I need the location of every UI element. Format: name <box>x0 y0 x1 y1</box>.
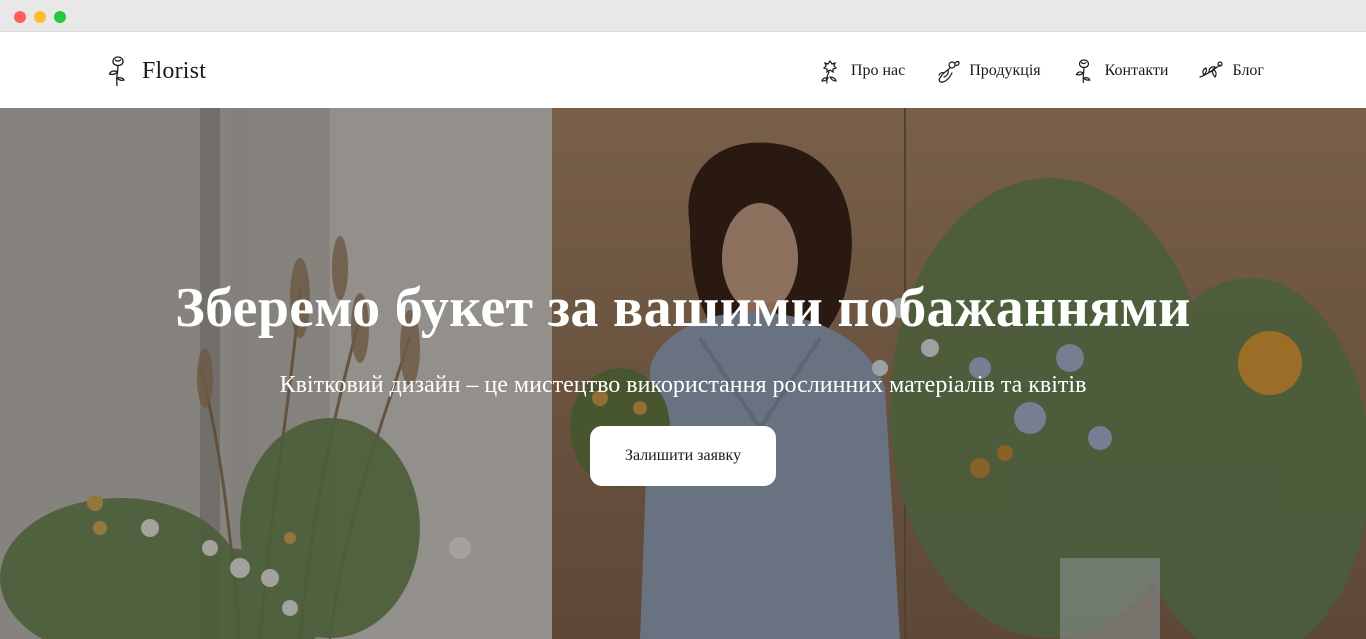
main-nav: Про нас Продукція Контакти Блог <box>817 56 1264 86</box>
flower-bud-icon <box>821 59 838 84</box>
nav-item-about[interactable]: Про нас <box>817 57 905 85</box>
hero-section: Зберемо букет за вашими побажаннями Квіт… <box>0 108 1366 639</box>
nav-item-contacts[interactable]: Контакти <box>1071 57 1169 85</box>
nav-label-contacts: Контакти <box>1104 62 1169 79</box>
nav-item-blog[interactable]: Блог <box>1198 57 1264 85</box>
rose-icon <box>108 56 125 87</box>
hero-title: Зберемо букет за вашими побажаннями <box>175 277 1191 339</box>
minimize-window-button[interactable] <box>34 11 46 23</box>
nav-label-about: Про нас <box>850 62 906 79</box>
browser-titlebar <box>0 0 1366 32</box>
hero-subtitle: Квітковий дизайн – це мистецтво використ… <box>279 372 1087 398</box>
bouquet-icon <box>938 60 960 83</box>
close-window-button[interactable] <box>14 11 26 23</box>
nav-label-blog: Блог <box>1232 62 1264 79</box>
logo-text: Florist <box>142 57 207 84</box>
nav-item-products[interactable]: Продукція <box>935 57 1041 85</box>
rose-icon <box>1075 59 1091 84</box>
site-header: Florist Про нас Продукція Контакти Блог <box>0 32 1366 108</box>
leave-request-button[interactable]: Залишити заявку <box>590 426 776 486</box>
nav-label-products: Продукція <box>969 62 1041 79</box>
logo[interactable]: Florist <box>106 54 206 88</box>
branch-icon <box>1199 61 1224 78</box>
maximize-window-button[interactable] <box>54 11 66 23</box>
